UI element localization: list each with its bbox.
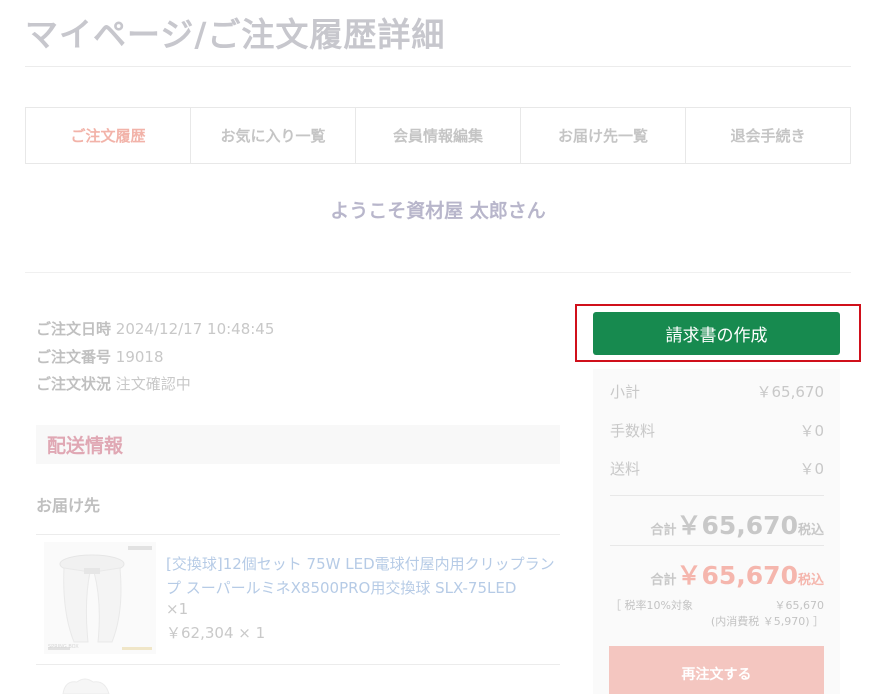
divider	[610, 495, 824, 496]
divider	[610, 545, 824, 546]
product-image-label: SPRING BOX	[48, 644, 79, 650]
delivery-heading: 配送情報	[36, 425, 560, 464]
subtotal-row: 小計 ￥65,670	[610, 381, 824, 402]
product-thumb-icon	[62, 678, 110, 694]
order-number-label: ご注文番号	[36, 347, 112, 366]
mypage-tabs: ご注文履歴 お気に入り一覧 会員情報編集 お届け先一覧 退会手続き	[25, 107, 851, 164]
divider	[25, 66, 851, 67]
tax-target-row: ［ 税率10%対象 ￥65,670	[610, 597, 824, 613]
tax-included-label: 税込	[797, 523, 824, 538]
welcome-message: ようこそ資材屋 太郎さん	[330, 200, 546, 222]
shipping-value: ￥0	[799, 460, 824, 478]
grand-tax-included-label: 税込	[797, 573, 824, 588]
fee-row: 手数料 ￥0	[610, 420, 824, 441]
divider	[25, 272, 851, 273]
total-label: 合計	[650, 523, 677, 538]
order-status: 注文確認中	[115, 375, 191, 393]
product-name-link[interactable]: [交換球]12個セット 75W LED電球付屋内用クリップランプ スーパールミネ…	[166, 553, 561, 600]
fee-label: 手数料	[610, 422, 656, 440]
tab-delivery-addresses[interactable]: お届け先一覧	[520, 108, 685, 163]
order-summary: 小計 ￥65,670 手数料 ￥0 送料 ￥0 合計￥65,670税込 合計￥6…	[593, 369, 840, 694]
page-title: マイページ/ご注文履歴詳細	[25, 15, 446, 54]
product-quantity: ×1	[166, 600, 189, 618]
product-image[interactable]: SPRING BOX	[44, 542, 156, 654]
led-bulb-icon	[48, 546, 152, 650]
tax-target-label: ［ 税率10%対象	[610, 599, 693, 612]
order-info: ご注文日時 2024/12/17 10:48:45 ご注文番号 19018 ご注…	[36, 316, 274, 399]
divider	[36, 664, 560, 665]
shipping-label: 送料	[610, 460, 641, 478]
tax-inner: (内消費税 ￥5,970) ］	[710, 615, 824, 628]
create-invoice-button[interactable]: 請求書の作成	[593, 312, 840, 355]
tab-member-info[interactable]: 会員情報編集	[355, 108, 520, 163]
product-price: ￥62,304 × 1	[166, 624, 266, 642]
fee-value: ￥0	[799, 422, 824, 440]
order-date: 2024/12/17 10:48:45	[115, 320, 275, 338]
reorder-button[interactable]: 再注文する	[609, 646, 824, 694]
grand-total-value: ￥65,670	[676, 561, 798, 590]
tab-order-history[interactable]: ご注文履歴	[26, 108, 190, 163]
order-status-label: ご注文状況	[36, 375, 112, 393]
shipping-row: 送料 ￥0	[610, 458, 824, 479]
subtotal-label: 小計	[610, 383, 641, 401]
order-number: 19018	[115, 347, 164, 366]
divider	[36, 534, 560, 535]
next-product-thumbnail[interactable]	[55, 674, 125, 694]
total-value: ￥65,670	[676, 511, 798, 540]
destination-label: お届け先	[36, 496, 101, 515]
total-row: 合計￥65,670税込	[650, 506, 824, 542]
grand-total-label: 合計	[650, 573, 677, 588]
tax-target-value: ￥65,670	[774, 599, 825, 612]
tab-favorites[interactable]: お気に入り一覧	[190, 108, 355, 163]
grand-total-row: 合計￥65,670税込	[650, 556, 824, 592]
order-date-label: ご注文日時	[36, 320, 112, 338]
subtotal-value: ￥65,670	[756, 383, 825, 401]
tab-withdrawal[interactable]: 退会手続き	[685, 108, 850, 163]
